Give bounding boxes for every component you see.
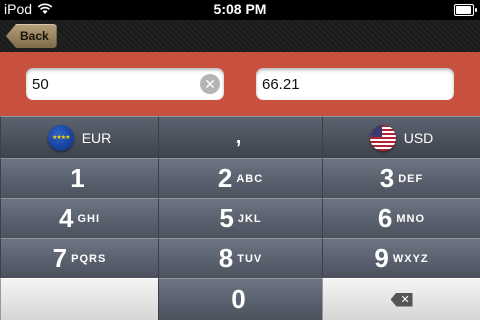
key-number: 6 [377,203,393,233]
key-number: 7 [52,243,68,273]
to-amount-field[interactable]: 66.21 [256,68,454,100]
key-number: 5 [219,203,234,233]
key-letters: ABC [236,172,264,185]
key-5[interactable]: 5 JKL [158,198,322,238]
key-number: 0 [231,284,246,314]
nav-bar: Back [0,20,480,52]
key-number: 4 [58,203,74,233]
to-currency-button[interactable]: USD [322,116,480,158]
key-number: 1 [70,163,85,193]
clear-icon[interactable]: ✕ [200,74,220,94]
decimal-key[interactable]: , [158,116,322,158]
key-letters: PQRS [71,252,107,265]
key-4[interactable]: 4 GHI [0,198,158,238]
from-amount-field[interactable]: 50 ✕ [26,68,224,100]
key-letters: DEF [398,172,424,185]
key-1[interactable]: 1 [0,158,158,198]
key-letters: WXYZ [392,252,429,265]
status-bar: iPod 5:08 PM [0,0,480,20]
blank-key [0,278,158,320]
key-9[interactable]: 9 WXYZ [322,238,480,278]
key-number: 2 [217,163,233,193]
key-6[interactable]: 6 MNO [322,198,480,238]
decimal-key-label: , [235,126,242,148]
keypad: ★★★★ EUR , USD 1 2 ABC 3 DEF 4 GHI 5 JKL… [0,116,480,320]
key-letters: JKL [237,212,262,225]
to-currency-label: USD [403,129,434,146]
to-amount-value: 66.21 [262,76,300,93]
delete-key[interactable]: ✕ [322,278,480,320]
key-number: 3 [379,163,395,193]
key-number: 9 [374,243,389,273]
key-3[interactable]: 3 DEF [322,158,480,198]
from-currency-label: EUR [81,129,112,146]
status-time: 5:08 PM [213,1,267,17]
backspace-icon: ✕ [390,292,413,307]
us-flag-icon [369,124,396,151]
from-currency-button[interactable]: ★★★★ EUR [0,116,158,158]
battery-icon [454,4,477,16]
key-number: 8 [218,243,234,273]
back-button[interactable]: Back [6,24,57,48]
input-band: 50 ✕ 66.21 [0,52,480,116]
from-amount-value: 50 [32,76,49,93]
key-0[interactable]: 0 [158,278,322,320]
key-7[interactable]: 7 PQRS [0,238,158,278]
key-letters: MNO [396,212,426,225]
key-8[interactable]: 8 TUV [158,238,322,278]
key-letters: TUV [237,252,263,265]
key-letters: GHI [77,212,101,225]
key-2[interactable]: 2 ABC [158,158,322,198]
eu-flag-icon: ★★★★ [47,124,74,151]
